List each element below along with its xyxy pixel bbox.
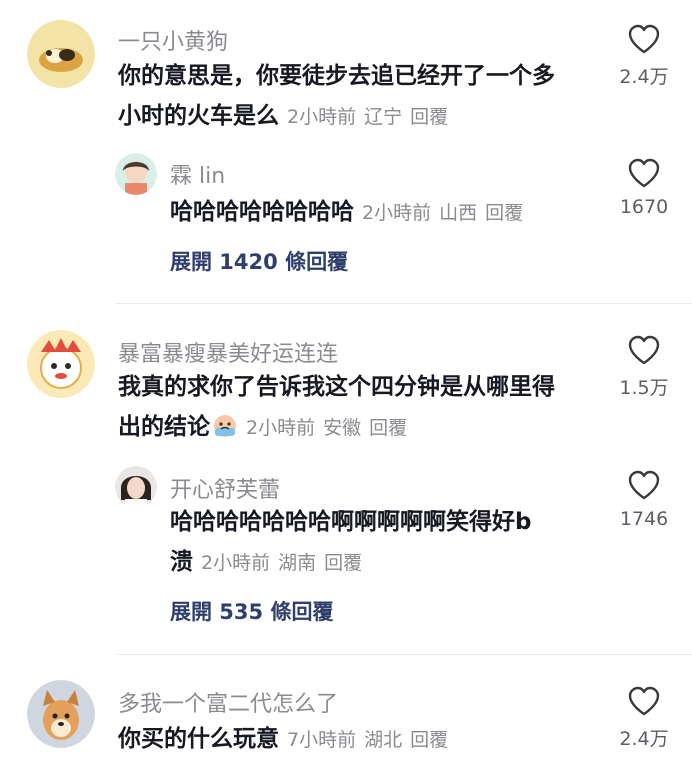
reply-button[interactable]: 回覆 <box>410 729 448 751</box>
comment-text-line: 你买的什么玩意 7小時前 湖北 回覆 <box>118 719 608 760</box>
comment-text-fragment: 你买的什么玩意 <box>118 726 279 752</box>
comment-username[interactable]: 多我一个富二代怎么了 <box>118 686 338 718</box>
like-button[interactable]: 2.4万 <box>604 686 684 751</box>
avatar[interactable] <box>27 680 95 748</box>
like-count: 2.4万 <box>619 728 669 750</box>
comment-time: 7小時前 <box>287 729 357 751</box>
comment-meta: 7小時前 湖北 回覆 <box>287 729 456 751</box>
comment-location: 湖北 <box>364 729 403 751</box>
comment-text: 你买的什么玩意 7小時前 湖北 回覆 <box>118 719 608 760</box>
comment-item: 多我一个富二代怎么了 你买的什么玩意 7小時前 湖北 回覆 2.4万 <box>0 0 692 767</box>
heart-icon <box>628 686 660 716</box>
